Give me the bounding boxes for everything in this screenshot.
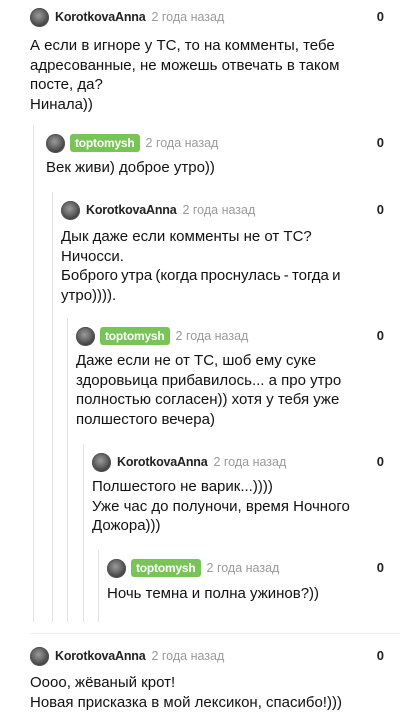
comment-text: А если в игноре у ТС, то на комменты, те… xyxy=(30,37,340,113)
avatar[interactable] xyxy=(46,133,65,153)
timestamp[interactable]: 2 года назад xyxy=(151,649,224,663)
timestamp[interactable]: 2 года назад xyxy=(182,203,255,217)
avatar[interactable] xyxy=(30,7,49,27)
author-name[interactable]: KorotkovaAnna xyxy=(86,203,177,217)
comment-text: Век живи) доброе утро)) xyxy=(46,159,215,176)
author-name[interactable]: toptomysh xyxy=(131,559,201,577)
comment-header: KorotkovaAnna 2 года назад 0 xyxy=(30,645,400,667)
comment-rating: 0 xyxy=(376,648,384,663)
comment-text: Полшестого не варик...)))) Уже час до по… xyxy=(92,478,350,534)
text-line: Боброго утра (когда проснулась - тогда и xyxy=(61,267,341,284)
comment: KorotkovaAnna 2 года назад 0 Оооо, жёван… xyxy=(30,645,400,712)
comment-text: Оооо, жёваный крот! Новая присказка в мо… xyxy=(30,674,342,711)
comment-rating: 0 xyxy=(376,328,384,343)
timestamp[interactable]: 2 года назад xyxy=(146,136,219,150)
timestamp[interactable]: 2 года назад xyxy=(151,10,224,24)
author-name[interactable]: KorotkovaAnna xyxy=(117,455,208,469)
comment-text: Дык даже если комменты не от ТС? Ничосси… xyxy=(61,227,400,305)
comment-header: toptomysh 2 года назад 0 xyxy=(46,132,400,154)
avatar[interactable] xyxy=(30,646,49,666)
text-line: Дык даже если комменты не от ТС? xyxy=(61,228,312,245)
comment-rating: 0 xyxy=(376,202,384,217)
divider xyxy=(30,633,400,634)
comment: KorotkovaAnna 2 года назад 0 Дык даже ес… xyxy=(61,199,400,305)
avatar[interactable] xyxy=(61,200,80,220)
comment-header: KorotkovaAnna 2 года назад 0 xyxy=(92,451,400,473)
avatar[interactable] xyxy=(92,452,111,472)
author-name[interactable]: toptomysh xyxy=(70,134,140,152)
comment: KorotkovaAnna 2 года назад 0 Полшестого … xyxy=(92,451,400,536)
author-name[interactable]: KorotkovaAnna xyxy=(55,10,146,24)
comment-header: KorotkovaAnna 2 года назад 0 xyxy=(30,6,400,28)
comment-header: KorotkovaAnna 2 года назад 0 xyxy=(61,199,400,221)
timestamp[interactable]: 2 года назад xyxy=(213,455,286,469)
comment: KorotkovaAnna 2 года назад 0 А если в иг… xyxy=(30,6,400,114)
comment: toptomysh 2 года назад 0 Век живи) добро… xyxy=(46,132,400,178)
comment-text: Даже если не от ТС, шоб ему суке здоровь… xyxy=(76,352,342,428)
thread-line xyxy=(67,318,68,622)
thread-line xyxy=(83,444,84,622)
avatar[interactable] xyxy=(107,558,126,578)
comment-text: Ночь темна и полна ужинов?)) xyxy=(107,585,320,602)
thread-line xyxy=(98,550,99,622)
text-line: Ничосси. xyxy=(61,247,124,265)
comment-rating: 0 xyxy=(376,454,384,469)
comment-header: toptomysh 2 года назад 0 xyxy=(107,557,400,579)
timestamp[interactable]: 2 года назад xyxy=(176,329,249,343)
comment-rating: 0 xyxy=(376,560,384,575)
thread-line xyxy=(33,125,34,622)
timestamp[interactable]: 2 года назад xyxy=(207,561,280,575)
comment: toptomysh 2 года назад 0 Ночь темна и по… xyxy=(107,557,400,604)
comment: toptomysh 2 года назад 0 Даже если не от… xyxy=(76,325,400,429)
comment-rating: 0 xyxy=(376,9,384,24)
text-line: утро)))). xyxy=(61,286,117,304)
thread-line xyxy=(52,192,53,622)
avatar[interactable] xyxy=(76,326,95,346)
author-name[interactable]: toptomysh xyxy=(100,327,170,345)
comment-rating: 0 xyxy=(376,135,384,150)
author-name[interactable]: KorotkovaAnna xyxy=(55,649,146,663)
comment-header: toptomysh 2 года назад 0 xyxy=(76,325,400,347)
